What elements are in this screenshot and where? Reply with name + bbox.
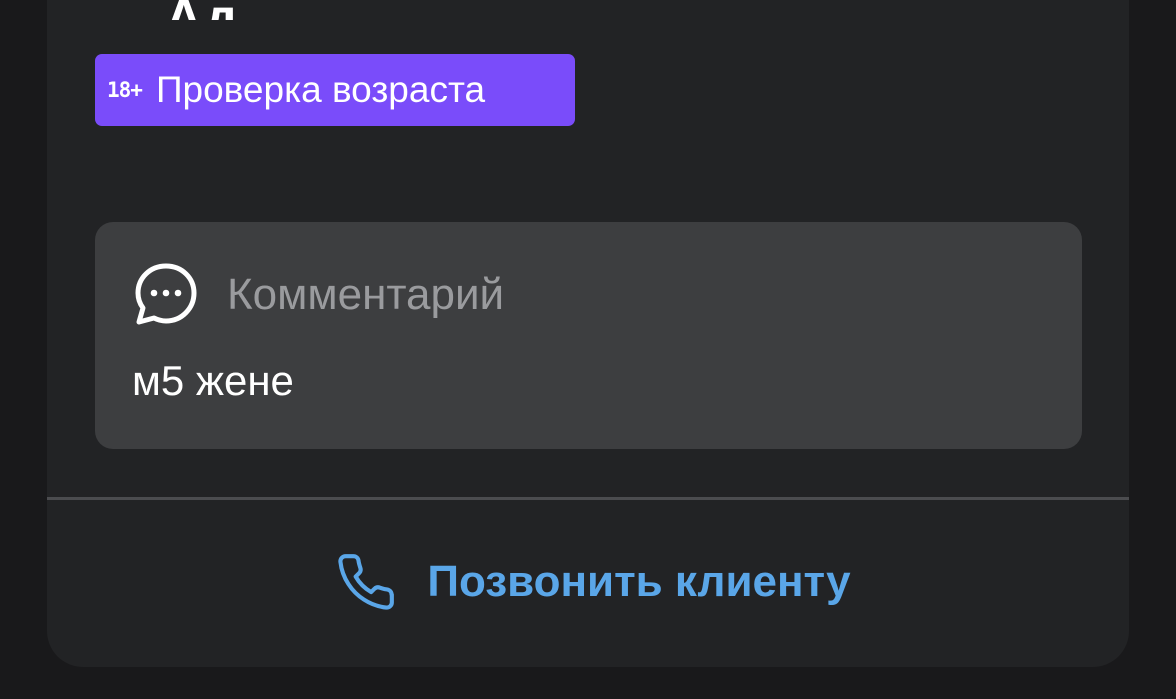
comment-title: Комментарий <box>227 270 505 319</box>
order-card: Ад 18+ Проверка возраста Комментарий м5 … <box>47 0 1129 667</box>
age-18-icon: 18+ <box>107 78 143 102</box>
comment-block: Комментарий м5 жене <box>95 222 1082 449</box>
phone-icon <box>338 553 395 610</box>
call-client-button[interactable]: Позвонить клиенту <box>47 500 1129 667</box>
chat-bubble-icon <box>135 263 197 325</box>
card-title-fragment: Ад <box>165 0 240 20</box>
comment-text: м5 жене <box>132 357 294 404</box>
age-verification-badge[interactable]: 18+ Проверка возраста <box>95 54 575 126</box>
age-verification-label: Проверка возраста <box>155 69 486 110</box>
call-client-label: Позвонить клиенту <box>427 556 851 606</box>
